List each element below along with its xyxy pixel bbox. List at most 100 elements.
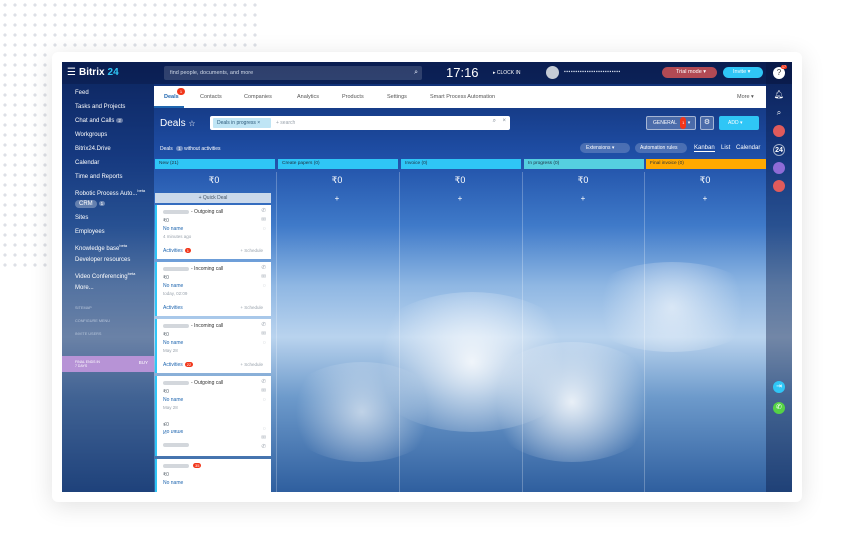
activities-link[interactable]: Activities <box>163 305 183 311</box>
phone-icon[interactable]: ✆ <box>261 444 266 450</box>
invite-button[interactable]: Invite ▾ <box>723 67 763 78</box>
category-selector[interactable]: GENERAL 1 ▾ <box>646 116 696 130</box>
filter-chip[interactable]: Deals in progress × <box>213 118 271 128</box>
quick-deal-button[interactable]: + Quick Deal <box>155 193 271 203</box>
user-avatar[interactable] <box>546 66 559 79</box>
deal-customer[interactable]: No name <box>163 397 183 403</box>
sidebar-item-more[interactable]: More... <box>75 285 94 291</box>
bell-icon[interactable]: 🔔︎ <box>773 89 785 101</box>
trial-mode-button[interactable]: Trial mode ▾ <box>662 67 717 78</box>
sidebar-item-calendar[interactable]: Calendar <box>75 160 99 166</box>
sidebar-item-knowledge[interactable]: Knowledge basebeta <box>75 243 127 252</box>
column-header-invoice[interactable]: Invoice (0) <box>401 159 521 169</box>
chat-icon[interactable]: ◌ <box>263 283 266 289</box>
deal-card[interactable]: - Outgoing call ₹0 No name May 28 ₹0 No … <box>155 376 271 456</box>
activities-link[interactable]: Activities 22 <box>163 362 194 368</box>
deal-card[interactable]: - Incoming call ₹0 No name May 28 Activi… <box>155 319 271 373</box>
gear-icon[interactable]: ⚙ <box>700 116 714 130</box>
close-icon[interactable]: × <box>257 120 260 126</box>
sidebar-item-video[interactable]: Video Conferencingbeta <box>75 271 135 280</box>
sidebar-item-crm[interactable]: CRM 1 <box>75 200 106 208</box>
tab-deals[interactable]: Deals <box>164 94 179 100</box>
sidebar-item-rpa[interactable]: Robotic Process Auto...beta <box>75 188 145 197</box>
tab-companies[interactable]: Companies <box>244 94 272 100</box>
filter-search-input[interactable]: Deals in progress × + search ⌕ × <box>210 116 510 130</box>
mail-icon[interactable]: ✉ <box>261 274 266 280</box>
deal-card[interactable]: - Outgoing call ₹0 No name 4 minutes ago… <box>155 205 271 259</box>
tab-settings[interactable]: Settings <box>387 94 407 100</box>
phone-icon[interactable]: ✆ <box>261 208 266 214</box>
activities-link[interactable]: Activities 1 <box>163 248 191 254</box>
automation-rules-button[interactable]: Automation rules <box>635 143 687 153</box>
counter-24[interactable]: 24 <box>773 144 785 156</box>
view-kanban[interactable]: Kanban <box>694 145 715 152</box>
mail-icon[interactable]: ✉ <box>261 388 266 394</box>
chat-icon[interactable]: ◌ <box>263 226 266 232</box>
add-deal-plus-button[interactable]: + <box>278 194 396 203</box>
add-button[interactable]: ADD ▾ <box>719 116 759 130</box>
star-icon[interactable]: ☆ <box>188 119 195 128</box>
deal-title[interactable]: 35 <box>163 463 202 469</box>
schedule-link[interactable]: + Schedule <box>240 305 263 310</box>
open-lines-icon[interactable]: ⇥ <box>773 381 785 393</box>
deals-count-badge[interactable]: 1 <box>176 146 183 151</box>
deal-card[interactable]: 35 ₹0 No name <box>155 459 271 492</box>
column-header-create-papers[interactable]: Create papers (0) <box>278 159 398 169</box>
sidebar-item-drive[interactable]: Bitrix24.Drive <box>75 146 111 152</box>
sidebar-item-sites[interactable]: Sites <box>75 215 88 221</box>
configure-menu-link[interactable]: CONFIGURE MENU <box>75 319 110 323</box>
plan-banner[interactable]: FINAL ENDS IN 7 DAYS BUY <box>62 356 154 372</box>
phone-icon[interactable]: ✆ <box>261 265 266 271</box>
chat-icon[interactable]: ◌ <box>263 426 266 432</box>
deal-title[interactable]: - Incoming call <box>163 266 223 272</box>
search-icon[interactable]: ⌕ <box>773 107 785 119</box>
contact-avatar[interactable] <box>773 125 785 137</box>
sitemap-link[interactable]: SITEMAP <box>75 306 92 310</box>
sidebar-item-employees[interactable]: Employees <box>75 229 105 235</box>
sidebar-item-tasks[interactable]: Tasks and Projects <box>75 104 125 110</box>
clock-in-button[interactable]: ▸ CLOCK IN <box>493 70 521 76</box>
deal-customer[interactable]: No name <box>163 340 183 346</box>
tab-smart-process[interactable]: Smart Process Automation <box>430 94 495 100</box>
column-header-in-progress[interactable]: In progress (0) <box>524 159 644 169</box>
deal-card[interactable]: - Incoming call ₹0 No name today, 02:09 … <box>155 262 271 316</box>
mail-icon[interactable]: ✉ <box>261 331 266 337</box>
deal-customer[interactable]: No name <box>163 283 183 289</box>
extensions-button[interactable]: Extensions ▾ <box>580 143 630 153</box>
column-header-final-invoice[interactable]: Final invoice (0) <box>646 159 766 169</box>
chat-icon[interactable]: ◌ <box>263 340 266 346</box>
contact-avatar[interactable] <box>773 180 785 192</box>
close-icon[interactable]: × <box>502 118 506 124</box>
sidebar-item-chat[interactable]: Chat and Calls 2 <box>75 118 123 124</box>
chat-icon[interactable]: ◌ <box>263 397 266 403</box>
sidebar-item-workgroups[interactable]: Workgroups <box>75 132 107 138</box>
buy-button[interactable]: BUY <box>139 360 148 365</box>
phone-icon[interactable]: ✆ <box>773 402 785 414</box>
deal-customer[interactable]: No name <box>163 480 183 486</box>
schedule-link[interactable]: + Schedule <box>240 362 263 367</box>
view-list[interactable]: List <box>721 145 730 151</box>
tab-more[interactable]: More ▾ <box>737 94 754 100</box>
invite-users-link[interactable]: INVITE USERS <box>75 332 101 336</box>
add-deal-plus-button[interactable]: + <box>524 194 642 203</box>
mail-icon[interactable]: ✉ <box>261 435 266 441</box>
contact-avatar[interactable] <box>773 162 785 174</box>
global-search-input[interactable]: find people, documents, and more ⌕ <box>164 66 422 80</box>
deal-title[interactable]: - Outgoing call <box>163 209 223 215</box>
mail-icon[interactable]: ✉ <box>261 217 266 223</box>
schedule-link[interactable]: + Schedule <box>240 248 263 253</box>
deal-title[interactable]: - Incoming call <box>163 323 223 329</box>
menu-icon[interactable]: ☰ <box>67 67 76 78</box>
tab-analytics[interactable]: Analytics <box>297 94 319 100</box>
column-header-new[interactable]: New (21) <box>155 159 275 169</box>
deal-title[interactable]: - Outgoing call <box>163 380 223 386</box>
tab-products[interactable]: Products <box>342 94 364 100</box>
phone-icon[interactable]: ✆ <box>261 322 266 328</box>
deal-customer[interactable]: No name <box>163 226 183 232</box>
add-deal-plus-button[interactable]: + <box>646 194 764 203</box>
sidebar-item-developer[interactable]: Developer resources <box>75 257 130 263</box>
search-icon[interactable]: ⌕ <box>493 118 496 125</box>
sidebar-item-feed[interactable]: Feed <box>75 90 89 96</box>
add-deal-plus-button[interactable]: + <box>401 194 519 203</box>
view-calendar[interactable]: Calendar <box>736 145 760 151</box>
